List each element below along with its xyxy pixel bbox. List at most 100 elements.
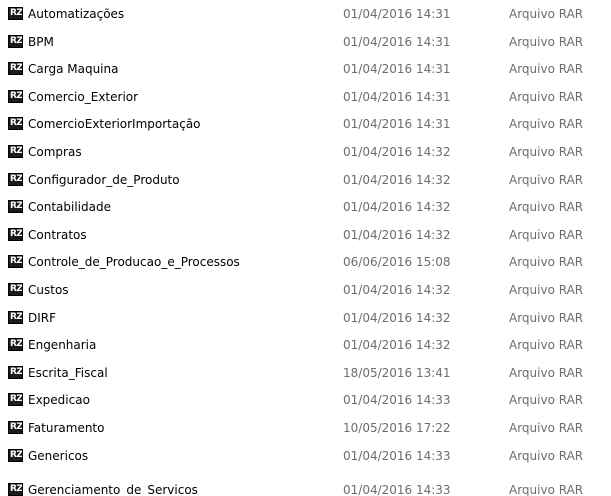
archive-icon-glyph: RZ bbox=[10, 256, 23, 267]
archive-icon-glyph: RZ bbox=[10, 366, 23, 377]
file-type: Arquivo RAR bbox=[509, 89, 584, 104]
winrar-archive-icon: RZ bbox=[8, 365, 23, 379]
file-type: Arquivo RAR bbox=[509, 420, 584, 435]
file-date-modified: 01/04/2016 14:31 bbox=[343, 7, 451, 21]
winrar-archive-icon: RZ bbox=[8, 282, 23, 296]
file-row[interactable]: RZ Carga Maquina 01/04/2016 14:31 Arquivo R… bbox=[0, 55, 611, 83]
winrar-archive-icon: RZ bbox=[8, 310, 23, 324]
file-date-modified: 01/04/2016 14:32 bbox=[343, 144, 451, 159]
winrar-archive-icon: RZ bbox=[8, 338, 23, 352]
file-row[interactable]: RZ DIRF 01/04/2016 14:32 Arquivo RAR bbox=[0, 304, 611, 332]
file-row[interactable]: RZ Faturamento 10/05/2016 17:22 Arquivo RAR bbox=[0, 414, 611, 442]
winrar-archive-icon: RZ bbox=[8, 420, 23, 434]
winrar-archive-icon: RZ bbox=[8, 483, 23, 496]
winrar-archive-icon: RZ bbox=[8, 172, 23, 186]
file-name: DIRF bbox=[28, 310, 57, 325]
file-name: Contratos bbox=[28, 227, 87, 242]
archive-icon-glyph: RZ bbox=[10, 228, 23, 239]
archive-icon-glyph: RZ bbox=[10, 201, 23, 212]
file-type: Arquivo RAR bbox=[509, 34, 584, 49]
archive-icon-glyph: RZ bbox=[10, 63, 23, 74]
file-date-modified: 06/06/2016 15:08 bbox=[343, 255, 451, 270]
file-type: Arquivo RAR bbox=[509, 200, 584, 215]
file-date-modified: 01/04/2016 14:31 bbox=[343, 117, 451, 132]
file-date-modified: 01/04/2016 14:31 bbox=[343, 62, 451, 77]
archive-icon-glyph: RZ bbox=[10, 311, 23, 322]
file-row[interactable]: RZ Expedicao 01/04/2016 14:33 Arquivo RAR bbox=[0, 386, 611, 414]
winrar-archive-icon: RZ bbox=[8, 255, 23, 269]
winrar-archive-icon: RZ bbox=[8, 200, 23, 214]
winrar-archive-icon: RZ bbox=[8, 7, 23, 20]
file-type: Arquivo RAR bbox=[509, 227, 584, 242]
file-type: Arquivo RAR bbox=[509, 393, 584, 408]
file-date-modified: 01/04/2016 14:32 bbox=[343, 227, 451, 242]
file-row[interactable]: RZ Compras 01/04/2016 14:32 Arquivo RAR bbox=[0, 138, 611, 166]
winrar-archive-icon: RZ bbox=[8, 62, 23, 76]
file-date-modified: 01/04/2016 14:32 bbox=[343, 338, 451, 353]
file-name: BPM bbox=[28, 34, 54, 49]
file-date-modified: 01/04/2016 14:31 bbox=[343, 89, 451, 104]
file-type: Arquivo RAR bbox=[509, 310, 584, 325]
archive-icon-glyph: RZ bbox=[10, 421, 23, 432]
archive-icon-glyph: RZ bbox=[10, 449, 23, 460]
winrar-archive-icon: RZ bbox=[8, 89, 23, 103]
file-date-modified: 01/04/2016 14:32 bbox=[343, 200, 451, 215]
file-date-modified: 01/04/2016 14:32 bbox=[343, 172, 451, 187]
archive-icon-glyph: RZ bbox=[10, 283, 23, 294]
archive-icon-glyph: RZ bbox=[10, 90, 23, 101]
file-name: Faturamento bbox=[28, 420, 105, 435]
file-type: Arquivo RAR bbox=[509, 448, 584, 463]
file-name: Custos bbox=[28, 282, 69, 297]
file-name: ComercioExteriorImportação bbox=[28, 117, 201, 132]
winrar-archive-icon: RZ bbox=[8, 144, 23, 158]
file-row[interactable]: RZ Comercio_Exterior 01/04/2016 14:31 Arqui… bbox=[0, 83, 611, 111]
file-name: Escrita_Fiscal bbox=[28, 365, 108, 380]
archive-icon-glyph: RZ bbox=[10, 145, 23, 156]
file-name: Configurador_de_Produto bbox=[28, 172, 180, 187]
file-date-modified: 01/04/2016 14:33 bbox=[343, 393, 451, 408]
archive-icon-glyph: RZ bbox=[10, 118, 23, 129]
file-name: Controle_de_Producao_e_Processos bbox=[28, 255, 240, 270]
archive-icon-glyph: RZ bbox=[10, 173, 23, 184]
file-date-modified: 18/05/2016 13:41 bbox=[343, 365, 451, 380]
file-name: Engenharia bbox=[28, 338, 97, 353]
file-row[interactable]: RZ BPM 01/04/2016 14:31 Arquivo RAR bbox=[0, 28, 611, 56]
file-row[interactable]: RZ ComercioExteriorImportação 01/04/2016 1… bbox=[0, 110, 611, 138]
file-date-modified: 01/04/2016 14:32 bbox=[343, 282, 451, 297]
file-name: Compras bbox=[28, 144, 82, 159]
file-type: Arquivo RAR bbox=[509, 62, 584, 77]
file-type: Arquivo RAR bbox=[509, 365, 584, 380]
archive-icon-glyph: RZ bbox=[10, 394, 23, 405]
file-type: Arquivo RAR bbox=[509, 255, 584, 270]
file-list: RZ Automatizações 01/04/2016 14:31 Arquivo … bbox=[0, 0, 611, 496]
file-name: Contabilidade bbox=[28, 200, 111, 215]
file-name: Carga Maquina bbox=[28, 62, 119, 77]
archive-icon-glyph: RZ bbox=[10, 339, 23, 350]
file-date-modified: 01/04/2016 14:33 bbox=[343, 448, 451, 463]
file-row[interactable]: RZ Genericos 01/04/2016 14:33 Arquivo RAR bbox=[0, 442, 611, 470]
file-date-modified: 01/04/2016 14:33 bbox=[343, 483, 451, 496]
file-row[interactable]: RZ Controle_de_Producao_e_Processos 06/06/… bbox=[0, 248, 611, 276]
file-name: Automatizações bbox=[28, 7, 125, 21]
file-name: Comercio_Exterior bbox=[28, 89, 139, 104]
file-name: Genericos bbox=[28, 448, 89, 463]
file-date-modified: 01/04/2016 14:31 bbox=[343, 34, 451, 49]
file-type: Arquivo RAR bbox=[509, 483, 584, 496]
file-row[interactable]: RZ Automatizações 01/04/2016 14:31 Arquivo … bbox=[0, 0, 611, 28]
file-row[interactable]: RZ Escrita_Fiscal 18/05/2016 13:41 Arquivo … bbox=[0, 359, 611, 387]
file-row[interactable]: RZ Contratos 01/04/2016 14:32 Arquivo RAR bbox=[0, 221, 611, 249]
file-row[interactable]: RZ Custos 01/04/2016 14:32 Arquivo RAR bbox=[0, 276, 611, 304]
file-type: Arquivo RAR bbox=[509, 117, 584, 132]
archive-icon-glyph: RZ bbox=[10, 35, 23, 46]
file-row[interactable]: RZ Engenharia 01/04/2016 14:32 Arquivo RAR bbox=[0, 331, 611, 359]
winrar-archive-icon: RZ bbox=[8, 448, 23, 462]
file-row[interactable]: RZ Configurador_de_Produto 01/04/2016 14:3… bbox=[0, 166, 611, 194]
file-row[interactable]: RZ Gerenciamento_de_Servicos 01/04/2016 14… bbox=[0, 469, 611, 496]
archive-icon-glyph: RZ bbox=[10, 8, 23, 18]
file-row[interactable]: RZ Contabilidade 01/04/2016 14:32 Arquivo R… bbox=[0, 193, 611, 221]
file-type: Arquivo RAR bbox=[509, 144, 584, 159]
file-name: Gerenciamento_de_Servicos bbox=[28, 483, 198, 496]
file-name: Expedicao bbox=[28, 393, 90, 408]
file-type: Arquivo RAR bbox=[509, 7, 584, 21]
file-type: Arquivo RAR bbox=[509, 172, 584, 187]
